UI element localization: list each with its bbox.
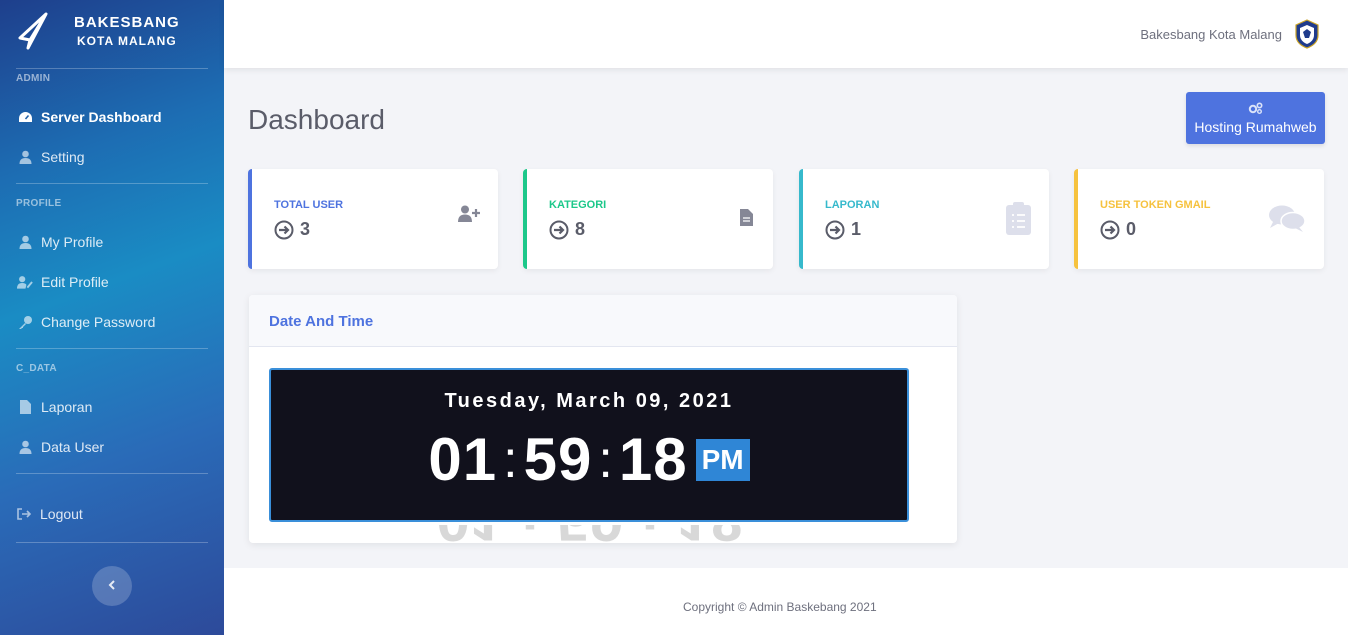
file-icon [17,399,33,415]
sidebar-item-edit-profile[interactable]: Edit Profile [0,262,224,302]
sidebar-item-data-user[interactable]: Data User [0,427,224,467]
card-label: LAPORAN [825,199,880,211]
clock-ampm: PM [695,438,750,481]
sidebar-item-setting[interactable]: Setting [0,137,224,177]
logout-label: Logout [40,506,83,522]
arrow-circle-right-icon [274,220,294,239]
section-admin: ADMIN [16,73,51,84]
card-value: 8 [575,219,586,239]
sidebar-item-label: Server Dashboard [41,109,162,125]
avatar[interactable] [1294,19,1320,49]
user-plus-icon [458,205,480,222]
panel-title: Date And Time [249,295,957,347]
dashboard-icon [17,109,33,125]
sidebar-item-my-profile[interactable]: My Profile [0,222,224,262]
file-icon [740,209,753,226]
card-user-token-gmail[interactable]: USER TOKEN GMAIL 0 [1074,169,1324,269]
card-value: 1 [851,219,862,239]
card-value: 3 [300,219,311,239]
copyright: Copyright © Admin Baskebang 2021 [683,600,877,614]
cogs-icon [1186,101,1325,115]
sidebar-item-label: Setting [41,149,85,165]
sidebar-item-label: Edit Profile [41,274,109,290]
section-c-data: C_DATA [16,363,57,374]
arrow-circle-right-icon [549,220,569,239]
clock-date: Tuesday, March 09, 2021 [444,390,734,412]
user-icon [17,439,33,455]
sidebar-item-label: Data User [41,439,105,455]
comments-icon [1269,205,1306,232]
sidebar-divider [16,473,208,474]
sidebar-item-label: Change Password [41,314,156,330]
brand-name: BAKESBANG [74,14,180,31]
key-icon [17,314,33,330]
date-time-panel: Date And Time Tuesday, March 09, 2021 01… [249,295,957,543]
sidebar-divider [16,348,208,349]
sidebar: BAKESBANG KOTA MALANG ADMIN Server Dashb… [0,0,224,635]
arrow-circle-right-icon [825,220,845,239]
clock-minutes: 59 [523,426,593,493]
user-edit-icon [17,274,33,290]
brand-subtitle: KOTA MALANG [77,34,177,48]
digital-clock: Tuesday, March 09, 2021 01 : 59 : 18 PM [269,368,909,522]
sidebar-divider [16,542,208,543]
section-profile: PROFILE [16,198,62,209]
hosting-button-label: Hosting Rumahweb [1194,119,1317,135]
sidebar-item-label: My Profile [41,234,104,250]
arrow-circle-right-icon [1100,220,1120,239]
footer: Copyright © Admin Baskebang 2021 [224,568,1348,635]
sign-out-icon [16,506,32,522]
card-value: 0 [1126,219,1137,239]
card-label: USER TOKEN GMAIL [1100,199,1211,211]
card-label: TOTAL USER [274,199,344,211]
sidebar-item-label: Laporan [41,399,93,415]
sidebar-item-logout[interactable]: Logout [0,494,224,534]
chevron-left-icon [108,577,116,595]
clock-seconds: 18 [618,426,688,493]
paper-plane-logo-icon [18,12,48,50]
brand[interactable]: BAKESBANG KOTA MALANG [0,0,224,62]
clock-hours: 01 [428,426,498,493]
user-name[interactable]: Bakesbang Kota Malang [1140,27,1282,42]
card-laporan[interactable]: LAPORAN 1 [799,169,1049,269]
user-icon [17,234,33,250]
card-label: KATEGORI [549,199,607,211]
user-icon [17,149,33,165]
topbar: Bakesbang Kota Malang [224,0,1348,68]
hosting-rumahweb-button[interactable]: Hosting Rumahweb [1186,92,1325,144]
page-title: Dashboard [248,104,385,135]
sidebar-item-server-dashboard[interactable]: Server Dashboard [0,97,224,137]
sidebar-divider [16,183,208,184]
clipboard-list-icon [1006,202,1031,235]
card-kategori[interactable]: KATEGORI 8 [523,169,773,269]
sidebar-item-laporan[interactable]: Laporan [0,387,224,427]
sidebar-toggle-button[interactable] [92,566,132,606]
card-total-user[interactable]: TOTAL USER 3 [248,169,498,269]
sidebar-item-change-password[interactable]: Change Password [0,302,224,342]
